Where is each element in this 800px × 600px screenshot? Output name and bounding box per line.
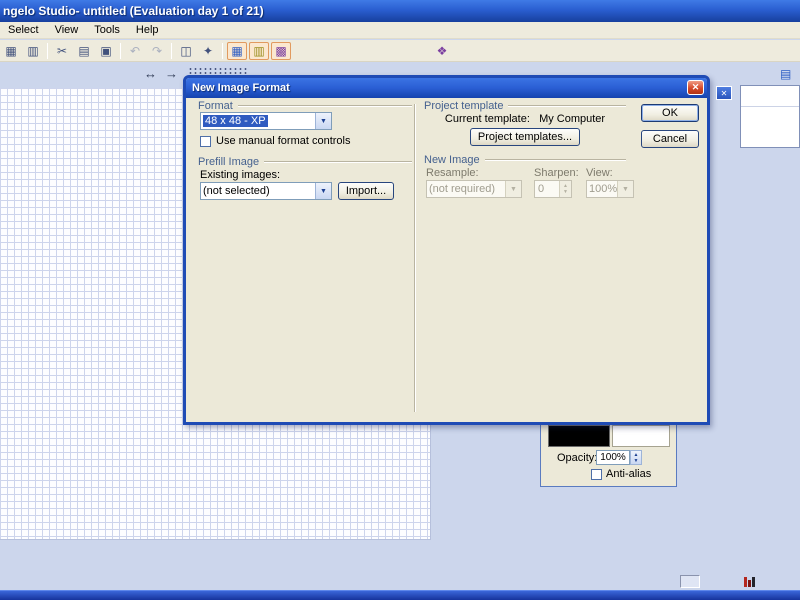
menu-select[interactable]: Select [0, 22, 47, 39]
project-template-group-header: Project template [424, 100, 626, 112]
manual-format-row: Use manual format controls [200, 135, 351, 147]
application-window: ngelo Studio- untitled (Evaluation day 1… [0, 0, 800, 600]
existing-images-value: (not selected) [203, 185, 270, 197]
chevron-down-icon[interactable]: ▼ [315, 113, 331, 129]
project-templates-button[interactable]: Project templates... [470, 128, 580, 146]
dialog-titlebar[interactable]: New Image Format [186, 78, 707, 98]
current-template-label: Current template: [444, 113, 530, 125]
resample-label: Resample: [426, 167, 479, 179]
window-title: ngelo Studio- untitled (Evaluation day 1… [3, 4, 264, 18]
format-combobox-value: 48 x 48 - XP [203, 115, 268, 127]
dialog-title: New Image Format [192, 82, 290, 94]
resize-arrow-icon[interactable]: ↔ [144, 66, 157, 81]
spinner-down-icon: ▼ [563, 189, 568, 195]
window-titlebar[interactable]: ngelo Studio- untitled (Evaluation day 1… [0, 0, 800, 22]
window-bottom-edge [0, 590, 800, 600]
color-preview-box[interactable] [612, 425, 670, 447]
menu-view[interactable]: View [47, 22, 87, 39]
menu-bar: Select View Tools Help [0, 22, 800, 39]
palette-close-icon[interactable]: ✕ [716, 86, 732, 100]
format-combobox[interactable]: 48 x 48 - XP ▼ [200, 112, 332, 130]
new-image-group-label: New Image [424, 154, 480, 166]
menu-help[interactable]: Help [128, 22, 167, 39]
sharpen-spinner[interactable]: 0 ▲ ▼ [534, 180, 572, 198]
resample-combobox[interactable]: (not required) ▼ [426, 180, 522, 198]
opacity-value-field[interactable]: 100% [596, 450, 630, 465]
toolbar-separator [171, 42, 172, 59]
status-indicator-box [680, 575, 700, 588]
toolbar-separator [120, 42, 121, 59]
chevron-down-icon: ▼ [505, 181, 521, 197]
undo-icon[interactable]: ↶ [125, 42, 145, 60]
move-arrow-icon[interactable]: → [165, 66, 178, 81]
ok-button[interactable]: OK [641, 104, 699, 122]
chevron-down-icon[interactable]: ▼ [315, 183, 331, 199]
color-palette-panel: Opacity: 100% ▲ ▼ Anti-alias [540, 418, 677, 487]
import-button[interactable]: Import... [338, 182, 394, 200]
current-template-row: Current template: My Computer [424, 113, 626, 125]
format-group-label: Format [198, 100, 233, 112]
spinner-down-icon[interactable]: ▼ [634, 458, 639, 464]
dialog-close-icon[interactable]: ✕ [687, 80, 704, 95]
new-image-group-header: New Image [424, 154, 626, 166]
sharpen-label: Sharpen: [534, 167, 579, 179]
capture-icon[interactable]: ◫ [176, 42, 196, 60]
cut-icon[interactable]: ✂ [52, 42, 72, 60]
antialias-label: Anti-alias [606, 468, 652, 480]
manual-format-label: Use manual format controls [216, 135, 351, 147]
dialog-body: Format 48 x 48 - XP ▼ Use manual format … [186, 98, 707, 422]
prefill-group-header: Prefill Image [198, 156, 412, 168]
view-combobox[interactable]: 100% ▼ [586, 180, 634, 198]
paste-icon[interactable]: ▣ [96, 42, 116, 60]
toolbar-separator [47, 42, 48, 59]
current-color-swatch[interactable] [548, 425, 610, 447]
toolbar-separator [222, 42, 223, 59]
opacity-spinner[interactable]: ▲ ▼ [630, 450, 642, 465]
cancel-button[interactable]: Cancel [641, 130, 699, 148]
panels-icon[interactable]: ▥ [23, 42, 43, 60]
project-template-group-label: Project template [424, 100, 504, 112]
chevron-down-icon: ▼ [617, 181, 633, 197]
copy-icon[interactable]: ▤ [74, 42, 94, 60]
manual-format-checkbox[interactable] [200, 135, 211, 147]
current-template-value: My Computer [539, 113, 606, 125]
layers-icon[interactable]: ▤ [780, 67, 791, 81]
menu-tools[interactable]: Tools [86, 22, 128, 39]
view-grid-icon[interactable]: ▦ [227, 41, 247, 60]
palette-grid-icon[interactable]: ▩ [271, 41, 291, 60]
view-value: 100% [589, 183, 617, 195]
redo-icon[interactable]: ↷ [147, 42, 167, 60]
format-group-header: Format [198, 100, 412, 112]
wand-icon[interactable]: ✦ [198, 42, 218, 60]
sharpen-value: 0 [538, 183, 545, 195]
new-image-format-dialog: New Image Format ✕ Format 48 x 48 - XP ▼… [183, 75, 710, 425]
existing-images-label: Existing images: [200, 169, 281, 181]
existing-images-combobox[interactable]: (not selected) ▼ [200, 182, 332, 200]
docked-panel [740, 85, 800, 148]
color-picker-icon[interactable]: ❖ [432, 42, 452, 60]
opacity-label: Opacity: [557, 452, 598, 464]
histogram-icon[interactable]: ▥ [249, 41, 269, 60]
grid-icon[interactable]: ▦ [1, 42, 21, 60]
view-label: View: [586, 167, 613, 179]
panel-divider [741, 106, 799, 107]
column-divider [414, 104, 416, 412]
resample-value: (not required) [429, 183, 496, 195]
main-toolbar: ▦ ▥ ✂ ▤ ▣ ↶ ↷ ◫ ✦ ▦ ▥ ▩ ❖ [0, 40, 800, 62]
prefill-group-label: Prefill Image [198, 156, 260, 168]
resource-meter-icon [744, 576, 756, 587]
antialias-checkbox[interactable] [591, 468, 602, 480]
